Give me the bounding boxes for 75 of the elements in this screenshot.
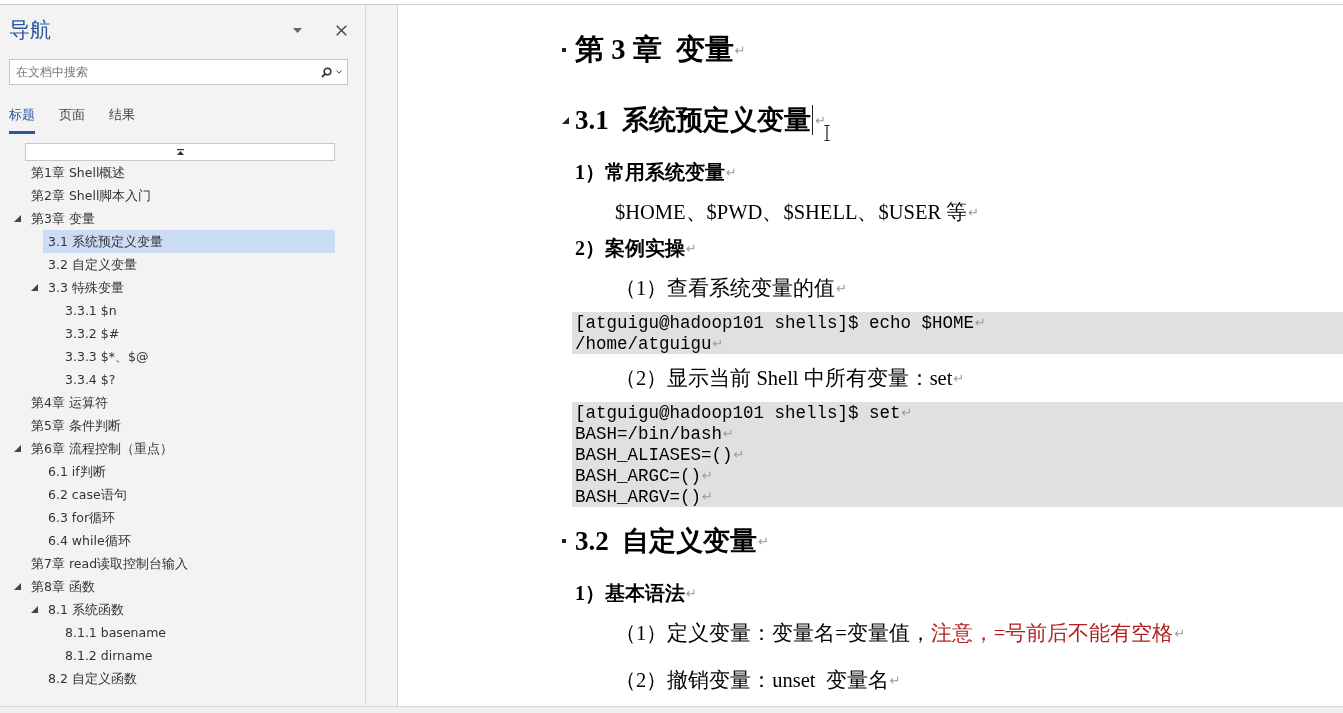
search-icon[interactable] [321,66,332,78]
tree-item[interactable]: 第4章 运算符 [26,391,335,414]
tree-item[interactable]: 8.1.1 basename [60,621,335,644]
paragraph: （2）撤销变量：unset 变量名 [615,668,889,693]
paragraph-mark: ↵ [734,42,746,58]
tree-item[interactable]: 第6章 流程控制（重点） [26,437,335,460]
tab[interactable]: 页面 [59,106,85,134]
paragraph-mark: ↵ [758,533,770,549]
search-field[interactable]: 在文档中搜索 [9,59,348,85]
tree-item[interactable]: 6.4 while循环 [43,529,335,552]
expanded-triangle-icon[interactable] [31,284,38,291]
section-heading: 3.2 自定义变量 [575,525,758,558]
caret-icon[interactable] [293,27,302,33]
section-heading: 3.1 系统预定义变量 [575,104,812,137]
code-line: BASH_ARGV=() [575,486,702,507]
tree-item[interactable]: 6.1 if判断 [43,460,335,483]
paragraph-mark: ↵ [702,489,713,504]
chapter-heading: 第 3 章 变量 [575,33,734,67]
paragraph-mark: ↵ [901,405,913,420]
close-icon[interactable] [336,24,347,36]
code-line: /home/atguigu [575,333,712,354]
code-line: BASH_ALIASES=() [575,444,733,465]
paragraph-mark: ↵ [723,426,734,441]
tree-item[interactable]: 3.1 系统预定义变量 [43,230,335,253]
tree-item[interactable]: 第7章 read读取控制台输入 [26,552,335,575]
subheading: 1）常用系统变量 [575,159,725,185]
paragraph-mark: ↵ [968,204,980,220]
paragraph-mark: ↵ [1174,625,1186,641]
tab[interactable]: 标题 [9,106,35,134]
tree-item[interactable]: 3.3.3 $*、$@ [60,345,335,368]
tree-item[interactable]: 8.2 自定义函数 [43,667,335,690]
paragraph: （1）定义变量：变量名=变量值，注意，=号前后不能有空格 [615,621,1174,646]
paragraph-mark: ↵ [975,315,986,330]
tree-item[interactable]: 6.2 case语句 [43,483,335,506]
expanded-triangle-icon[interactable] [14,583,21,590]
tab[interactable]: 结果 [109,106,135,134]
paragraph-mark: ↵ [702,468,713,483]
tree-item[interactable]: 3.3.1 $n [60,299,335,322]
tree-item[interactable]: 6.3 for循环 [43,506,335,529]
tree-item[interactable]: 3.3.4 $? [60,368,335,391]
chevron-icon[interactable] [336,70,342,74]
tree-item[interactable]: 第2章 Shell脚本入门 [26,184,335,207]
expanded-triangle-icon[interactable] [14,445,21,452]
code-line: [atguigu@hadoop101 shells]$ set [575,402,901,423]
tree-item[interactable]: 3.3 特殊变量 [43,276,335,299]
tree-item[interactable]: 第8章 函数 [26,575,335,598]
paragraph-mark: ↵ [836,280,848,296]
collapse-triangle-icon[interactable] [562,116,569,124]
paragraph: （1）查看系统变量的值 [615,276,836,301]
tree-item[interactable]: 第5章 条件判断 [26,414,335,437]
paragraph: $HOME、$PWD、$SHELL、$USER 等 [615,200,968,225]
pane-title: 导航 [9,17,51,44]
code-line: BASH_ARGC=() [575,465,702,486]
tree-item[interactable]: 8.1.2 dirname [60,644,335,667]
paragraph-mark: ↵ [712,336,724,351]
expanded-triangle-icon[interactable] [31,606,38,613]
paragraph-mark: ↵ [889,672,901,688]
paragraph: （2）显示当前 Shell 中所有变量：set [615,366,953,391]
paragraph-mark: ↵ [726,164,737,180]
subheading: 1）基本语法 [575,580,685,606]
tree-item[interactable]: 8.1 系统函数 [43,598,335,621]
tree-item[interactable]: 3.2 自定义变量 [43,253,335,276]
code-line: [atguigu@hadoop101 shells]$ echo $HOME [575,312,975,333]
paragraph-mark: ↵ [686,585,697,601]
tree-item[interactable]: 第3章 变量 [26,207,335,230]
subheading: 2）案例实操 [575,235,685,261]
code-line: BASH=/bin/bash [575,423,723,444]
paragraph-mark: ↵ [953,370,965,386]
paragraph-mark: ↵ [815,112,827,128]
tree-item[interactable]: 第1章 Shell概述 [26,161,335,184]
up-arrow-icon [176,149,184,155]
tree-item[interactable]: 3.3.2 $# [60,322,335,345]
paragraph-mark: ↵ [733,447,745,462]
expanded-triangle-icon[interactable] [14,215,21,222]
paragraph-mark: ↵ [686,240,697,256]
